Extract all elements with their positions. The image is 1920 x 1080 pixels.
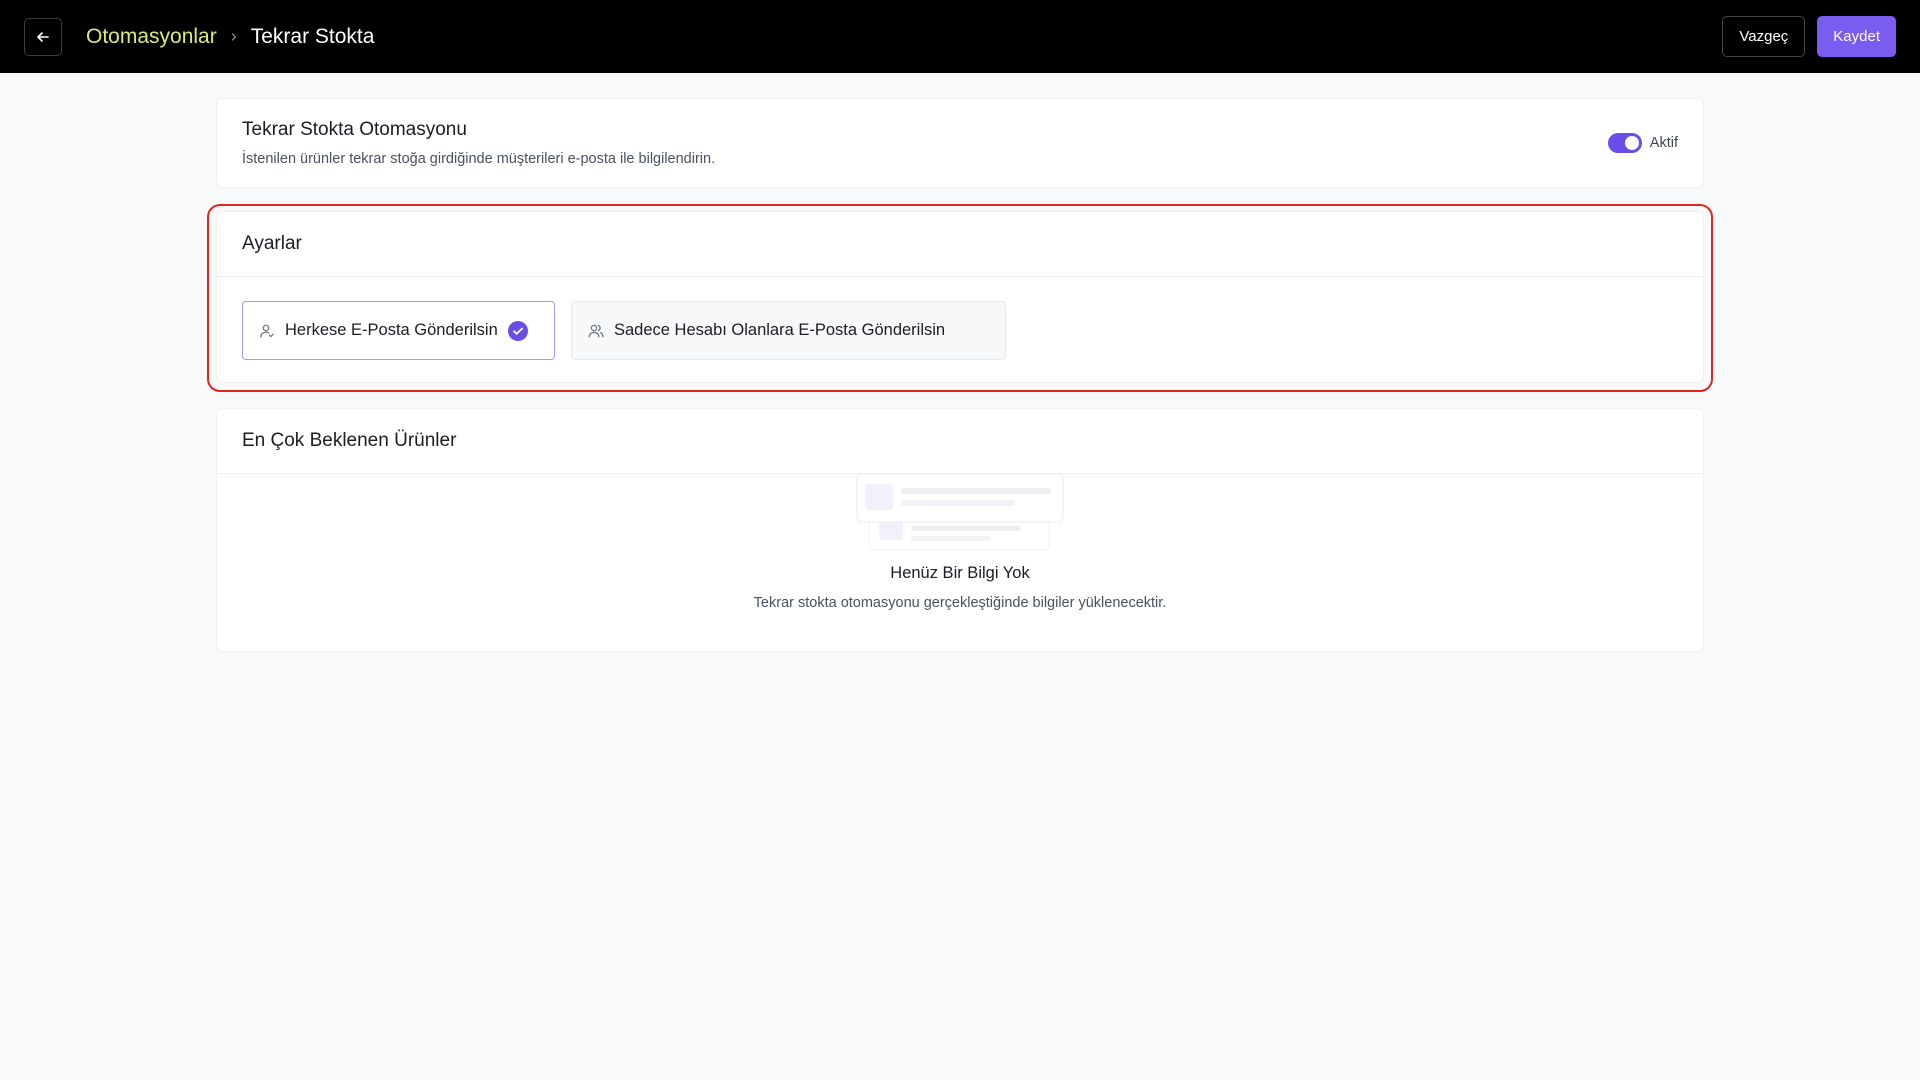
- empty-state: Henüz Bir Bilgi Yok Tekrar stokta otomas…: [217, 473, 1703, 611]
- toggle-knob: [1624, 136, 1639, 150]
- option-send-to-everyone[interactable]: Herkese E-Posta Gönderilsin: [242, 301, 555, 360]
- status-toggle-group: Aktif: [1607, 133, 1678, 153]
- empty-state-illustration: [855, 473, 1065, 554]
- toggle-label: Aktif: [1649, 135, 1678, 151]
- products-card: En Çok Beklenen Ürünler Henüz Bir Bilgi …: [216, 408, 1704, 652]
- empty-state-description: Tekrar stokta otomasyonu gerçekleştiğind…: [753, 595, 1167, 611]
- save-button[interactable]: Kaydet: [1817, 16, 1896, 57]
- automation-description: İstenilen ürünler tekrar stoğa girdiğind…: [242, 151, 716, 167]
- settings-card: Ayarlar Herkese E-Posta Gönderilsin Sade…: [216, 211, 1704, 383]
- users-icon: [588, 324, 604, 338]
- empty-state-title: Henüz Bir Bilgi Yok: [890, 564, 1030, 582]
- back-button[interactable]: [24, 17, 62, 56]
- settings-title: Ayarlar: [242, 233, 302, 254]
- cancel-button[interactable]: Vazgeç: [1722, 16, 1806, 57]
- option-label: Herkese E-Posta Gönderilsin: [285, 321, 498, 339]
- top-bar: Otomasyonlar Tekrar Stokta Vazgeç Kaydet: [0, 0, 1920, 73]
- arrow-left-icon: [37, 31, 49, 42]
- automation-title: Tekrar Stokta Otomasyonu: [242, 119, 467, 140]
- page-title: Tekrar Stokta: [250, 24, 375, 48]
- breadcrumb: Otomasyonlar Tekrar Stokta: [86, 25, 374, 49]
- option-send-to-account-holders[interactable]: Sadece Hesabı Olanlara E-Posta Gönderils…: [571, 301, 1006, 360]
- option-label: Sadece Hesabı Olanlara E-Posta Gönderils…: [614, 321, 946, 339]
- automation-info: Tekrar Stokta Otomasyonu İstenilen ürünl…: [242, 119, 1608, 167]
- header-actions: Vazgeç Kaydet: [1722, 16, 1896, 57]
- breadcrumb-otomasyonlar-link[interactable]: Otomasyonlar: [86, 25, 217, 49]
- settings-header: Ayarlar: [217, 212, 1703, 277]
- chevron-right-icon: [229, 32, 239, 42]
- automation-card: Tekrar Stokta Otomasyonu İstenilen ürünl…: [216, 98, 1704, 188]
- check-circle-icon: [507, 320, 528, 341]
- active-toggle[interactable]: [1607, 133, 1642, 153]
- products-header: En Çok Beklenen Ürünler: [217, 409, 1703, 474]
- user-icon: [260, 324, 274, 338]
- products-title: En Çok Beklenen Ürünler: [242, 430, 457, 451]
- email-target-options: Herkese E-Posta Gönderilsin Sadece Hesab…: [217, 277, 1703, 384]
